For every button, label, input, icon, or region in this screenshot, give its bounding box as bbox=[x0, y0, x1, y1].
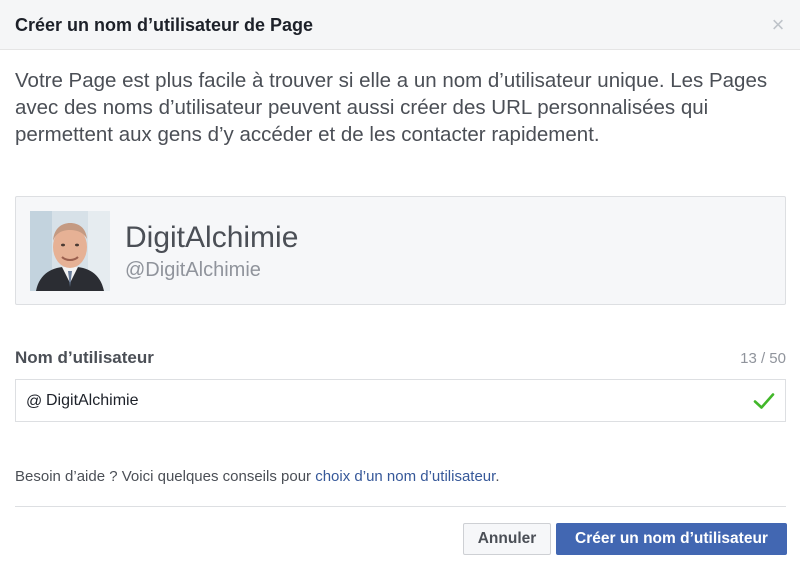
profile-photo bbox=[30, 211, 110, 291]
create-username-button[interactable]: Créer un nom d’utilisateur bbox=[556, 523, 787, 555]
footer-divider bbox=[15, 506, 786, 507]
dialog-title: Créer un nom d’utilisateur de Page bbox=[15, 15, 314, 35]
page-preview-card: DigitAlchimie @DigitAlchimie bbox=[15, 196, 786, 305]
username-field[interactable]: @ bbox=[15, 379, 786, 422]
help-suffix: . bbox=[495, 468, 500, 485]
page-name: DigitAlchimie bbox=[125, 221, 299, 254]
help-prefix: Besoin d’aide ? Voici quelques conseils … bbox=[15, 468, 316, 485]
page-handle: @DigitAlchimie bbox=[125, 259, 261, 281]
username-input[interactable] bbox=[46, 388, 726, 414]
cancel-button[interactable]: Annuler bbox=[463, 523, 551, 555]
username-label: Nom d’utilisateur bbox=[15, 348, 154, 367]
close-icon[interactable]: × bbox=[768, 14, 788, 36]
help-text: Besoin d’aide ? Voici quelques conseils … bbox=[15, 467, 499, 487]
avatar bbox=[30, 211, 110, 291]
character-counter: 13 / 50 bbox=[740, 350, 786, 367]
at-prefix: @ bbox=[26, 393, 43, 410]
create-username-dialog: Créer un nom d’utilisateur de Page × Vot… bbox=[0, 0, 800, 567]
check-icon bbox=[753, 393, 775, 409]
dialog-header: Créer un nom d’utilisateur de Page × bbox=[0, 0, 800, 50]
intro-text: Votre Page est plus facile à trouver si … bbox=[15, 69, 768, 146]
username-tips-link[interactable]: choix d’un nom d’utilisateur bbox=[315, 468, 495, 485]
